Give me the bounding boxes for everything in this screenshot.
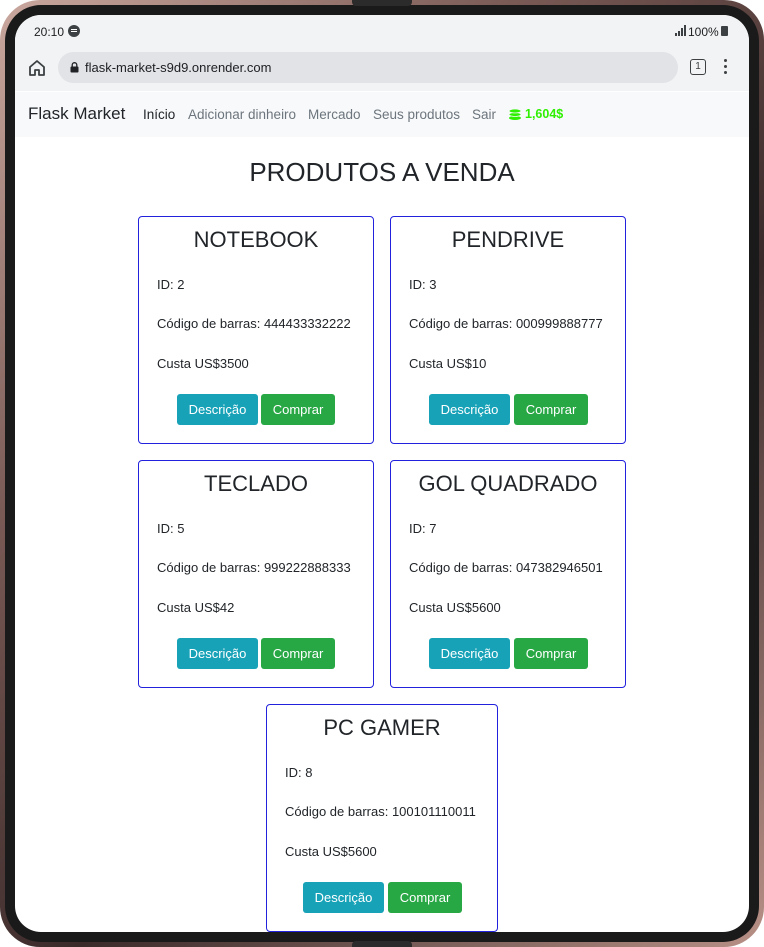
description-button[interactable]: Descrição bbox=[177, 394, 258, 425]
nav-link-sair[interactable]: Sair bbox=[472, 107, 496, 122]
nav-link-mercado[interactable]: Mercado bbox=[308, 107, 361, 122]
description-button[interactable]: Descrição bbox=[303, 882, 384, 913]
buy-button[interactable]: Comprar bbox=[514, 638, 588, 669]
signal-icon bbox=[675, 25, 686, 36]
spotify-icon bbox=[68, 25, 80, 37]
product-price: Custa US$5600 bbox=[285, 844, 377, 859]
product-card: GOL QUADRADO ID: 7 Código de barras: 047… bbox=[390, 460, 626, 688]
nav-link-inicio[interactable]: Início bbox=[143, 107, 175, 122]
product-name: TECLADO bbox=[204, 471, 308, 496]
product-card: PENDRIVE ID: 3 Código de barras: 0009998… bbox=[390, 216, 626, 444]
lock-icon bbox=[70, 62, 79, 73]
product-id: ID: 3 bbox=[409, 277, 437, 292]
brand-link[interactable]: Flask Market bbox=[28, 104, 125, 124]
nav-link-seus-produtos[interactable]: Seus produtos bbox=[373, 107, 460, 122]
hinge-top bbox=[352, 0, 412, 6]
product-card: TECLADO ID: 5 Código de barras: 99922288… bbox=[138, 460, 374, 688]
product-name: PENDRIVE bbox=[451, 227, 565, 252]
coins-icon bbox=[508, 108, 522, 120]
description-button[interactable]: Descrição bbox=[429, 638, 510, 669]
browser-toolbar: flask-market-s9d9.onrender.com 1 bbox=[15, 47, 749, 91]
product-id: ID: 8 bbox=[285, 765, 313, 780]
hinge-bottom bbox=[352, 941, 412, 947]
url-text: flask-market-s9d9.onrender.com bbox=[85, 60, 272, 75]
phone-screen: 20:10 100% flask-market-s9d9.onrender.co… bbox=[15, 15, 749, 932]
product-barcode: Código de barras: 100101110011 bbox=[285, 804, 476, 819]
product-price: Custa US$5600 bbox=[409, 600, 501, 615]
nav-link-adicionar-dinheiro[interactable]: Adicionar dinheiro bbox=[188, 107, 296, 122]
browser-menu-icon[interactable] bbox=[724, 59, 728, 75]
buy-button[interactable]: Comprar bbox=[388, 882, 462, 913]
product-card: NOTEBOOK ID: 2 Código de barras: 4444333… bbox=[138, 216, 374, 444]
status-bar: 20:10 100% bbox=[15, 15, 749, 47]
product-barcode: Código de barras: 000999888777 bbox=[409, 316, 603, 331]
device-frame: 20:10 100% flask-market-s9d9.onrender.co… bbox=[0, 0, 764, 947]
product-barcode: Código de barras: 444433332222 bbox=[157, 316, 351, 331]
product-price: Custa US$10 bbox=[409, 356, 487, 371]
product-id: ID: 7 bbox=[409, 521, 437, 536]
buy-button[interactable]: Comprar bbox=[261, 394, 335, 425]
home-icon[interactable] bbox=[28, 59, 46, 77]
product-name: NOTEBOOK bbox=[193, 227, 319, 252]
product-price: Custa US$3500 bbox=[157, 356, 249, 371]
product-id: ID: 2 bbox=[157, 277, 185, 292]
page-title: PRODUTOS A VENDA bbox=[249, 157, 515, 187]
buy-button[interactable]: Comprar bbox=[514, 394, 588, 425]
battery-icon bbox=[721, 26, 728, 36]
product-name: GOL QUADRADO bbox=[418, 471, 598, 496]
tab-switcher-button[interactable]: 1 bbox=[690, 59, 706, 75]
product-barcode: Código de barras: 999222888333 bbox=[157, 560, 351, 575]
url-bar[interactable]: flask-market-s9d9.onrender.com bbox=[58, 52, 678, 83]
description-button[interactable]: Descrição bbox=[177, 638, 258, 669]
product-name: PC GAMER bbox=[323, 715, 441, 740]
site-navbar: Flask Market Início Adicionar dinheiro M… bbox=[15, 92, 749, 137]
product-card: PC GAMER ID: 8 Código de barras: 1001011… bbox=[266, 704, 498, 932]
buy-button[interactable]: Comprar bbox=[261, 638, 335, 669]
product-barcode: Código de barras: 047382946501 bbox=[409, 560, 603, 575]
product-price: Custa US$42 bbox=[157, 600, 235, 615]
product-id: ID: 5 bbox=[157, 521, 185, 536]
battery-percentage: 100% bbox=[688, 25, 719, 39]
status-time: 20:10 bbox=[34, 25, 65, 39]
balance-amount: 1,604$ bbox=[525, 107, 564, 121]
description-button[interactable]: Descrição bbox=[429, 394, 510, 425]
